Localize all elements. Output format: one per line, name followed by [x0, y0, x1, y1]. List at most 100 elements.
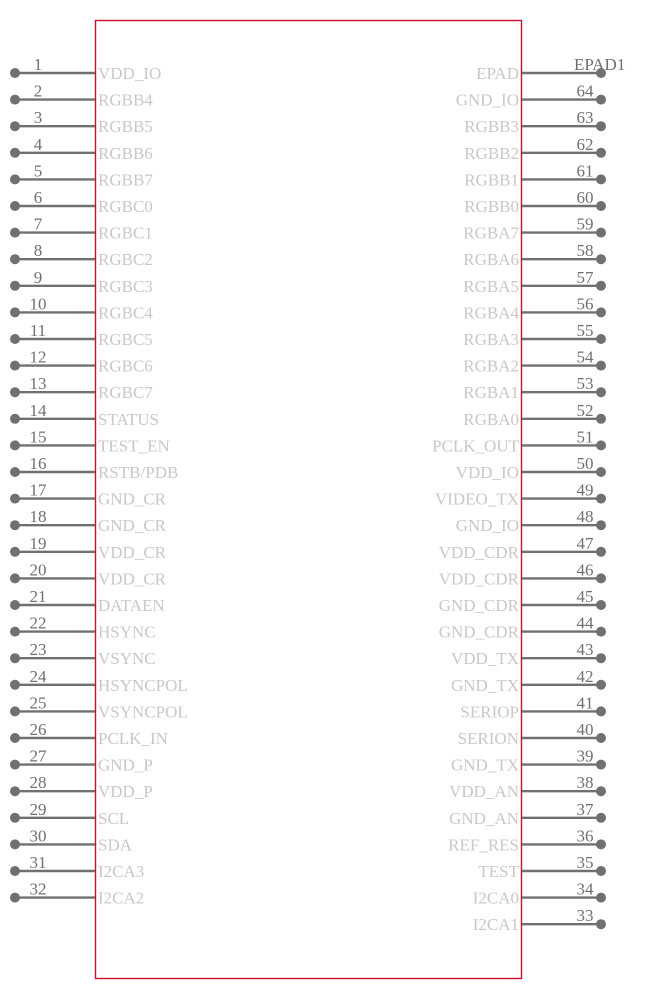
pin[interactable]: 4 RGBB6: [10, 135, 153, 163]
pin[interactable]: 54 RGBA2: [463, 348, 606, 376]
pin[interactable]: 52 RGBA0: [463, 401, 606, 429]
pin[interactable]: 19 VDD_CR: [10, 534, 167, 562]
pin[interactable]: 62 RGBB2: [464, 135, 606, 163]
pin-endpoint-dot[interactable]: [10, 227, 20, 238]
pin[interactable]: 11 RGBC5: [10, 321, 153, 349]
pin-endpoint-dot[interactable]: [596, 520, 606, 531]
pin-endpoint-dot[interactable]: [596, 653, 606, 664]
pin-endpoint-dot[interactable]: [596, 679, 606, 690]
pin[interactable]: 24 HSYNCPOL: [10, 667, 188, 695]
pin-endpoint-dot[interactable]: [596, 839, 606, 850]
pin-endpoint-dot[interactable]: [10, 812, 20, 823]
pin[interactable]: 14 STATUS: [10, 401, 159, 429]
pin[interactable]: 18 GND_CR: [10, 507, 167, 535]
pin[interactable]: 56 RGBA4: [463, 294, 606, 322]
pin[interactable]: 43 VDD_TX: [451, 640, 606, 668]
pin[interactable]: 39 GND_TX: [451, 747, 606, 775]
pin-endpoint-dot[interactable]: [10, 733, 20, 743]
pin-endpoint-dot[interactable]: [10, 440, 20, 451]
pin[interactable]: 63 RGBB3: [464, 108, 606, 136]
pin[interactable]: 33 I2CA1: [473, 906, 606, 934]
pin-endpoint-dot[interactable]: [10, 520, 20, 531]
pin[interactable]: 42 GND_TX: [451, 667, 606, 695]
pin-endpoint-dot[interactable]: [10, 546, 20, 557]
pin-endpoint-dot[interactable]: [10, 360, 20, 371]
pin[interactable]: 51 PCLK_OUT: [432, 427, 606, 455]
pin-endpoint-dot[interactable]: [596, 121, 606, 132]
pin-endpoint-dot[interactable]: [596, 94, 606, 105]
pin-endpoint-dot[interactable]: [596, 759, 606, 770]
pin[interactable]: 1 VDD_IO: [10, 55, 161, 83]
pin[interactable]: 20 VDD_CR: [10, 560, 167, 588]
pin-endpoint-dot[interactable]: [596, 360, 606, 371]
pin-endpoint-dot[interactable]: [10, 759, 20, 770]
pin[interactable]: 55 RGBA3: [463, 321, 606, 349]
pin-endpoint-dot[interactable]: [10, 839, 20, 850]
pin[interactable]: 49 VIDEO_TX: [435, 481, 606, 509]
pin-endpoint-dot[interactable]: [10, 280, 20, 291]
pin[interactable]: 30 SDA: [10, 826, 133, 854]
pin[interactable]: 28 VDD_P: [10, 773, 153, 801]
pin[interactable]: 31 I2CA3: [10, 853, 144, 881]
pin-endpoint-dot[interactable]: [596, 201, 606, 211]
pin-endpoint-dot[interactable]: [596, 227, 606, 238]
pin[interactable]: 36 REF_RES: [448, 826, 606, 854]
pin-endpoint-dot[interactable]: [10, 626, 20, 637]
pin[interactable]: 58 RGBA6: [463, 241, 606, 269]
pin[interactable]: 29 SCL: [10, 800, 129, 828]
pin-endpoint-dot[interactable]: [596, 307, 606, 318]
pin-endpoint-dot[interactable]: [10, 147, 20, 158]
pin[interactable]: 35 TEST: [478, 853, 606, 881]
pin[interactable]: 45 GND_CDR: [439, 587, 606, 615]
pin[interactable]: 17 GND_CR: [10, 481, 167, 509]
pin-endpoint-dot[interactable]: [596, 254, 606, 265]
pin-endpoint-dot[interactable]: [596, 733, 606, 743]
pin-endpoint-dot[interactable]: [596, 440, 606, 451]
pin[interactable]: EPAD1 EPAD: [476, 55, 625, 83]
pin[interactable]: 60 RGBB0: [464, 188, 606, 216]
pin-endpoint-dot[interactable]: [10, 413, 20, 424]
pin-endpoint-dot[interactable]: [10, 387, 20, 398]
pin[interactable]: 47 VDD_CDR: [439, 534, 606, 562]
pin-endpoint-dot[interactable]: [10, 679, 20, 690]
pin[interactable]: 7 RGBC1: [10, 215, 153, 243]
pin[interactable]: 26 PCLK_IN: [10, 720, 168, 748]
pin-endpoint-dot[interactable]: [596, 387, 606, 398]
pin-endpoint-dot[interactable]: [596, 786, 606, 797]
pin[interactable]: 22 HSYNC: [10, 614, 156, 642]
pin[interactable]: 5 RGBB7: [10, 161, 153, 189]
pin[interactable]: 32 I2CA2: [10, 880, 144, 908]
pin[interactable]: 3 RGBB5: [10, 108, 153, 136]
pin[interactable]: 2 RGBB4: [10, 82, 153, 110]
pin-endpoint-dot[interactable]: [10, 68, 20, 78]
pin[interactable]: 48 GND_IO: [456, 507, 606, 535]
pin[interactable]: 25 VSYNCPOL: [10, 693, 188, 721]
pin[interactable]: 64 GND_IO: [456, 82, 606, 110]
pin[interactable]: 13 RGBC7: [10, 374, 153, 402]
pin-endpoint-dot[interactable]: [596, 812, 606, 823]
pin[interactable]: 44 GND_CDR: [439, 614, 606, 642]
pin[interactable]: 50 VDD_IO: [456, 454, 606, 482]
pin-endpoint-dot[interactable]: [596, 600, 606, 610]
pin[interactable]: 40 SERION: [458, 720, 606, 748]
pin[interactable]: 15 TEST_EN: [10, 427, 170, 455]
pin-endpoint-dot[interactable]: [10, 706, 20, 717]
pin-endpoint-dot[interactable]: [10, 786, 20, 797]
pin-endpoint-dot[interactable]: [10, 174, 20, 185]
pin-endpoint-dot[interactable]: [10, 121, 20, 132]
pin-endpoint-dot[interactable]: [596, 626, 606, 637]
pin[interactable]: 37 GND_AN: [449, 800, 606, 828]
pin-endpoint-dot[interactable]: [10, 467, 20, 477]
pin-endpoint-dot[interactable]: [596, 573, 606, 584]
pin-endpoint-dot[interactable]: [596, 892, 606, 903]
pin-endpoint-dot[interactable]: [10, 94, 20, 105]
pin-endpoint-dot[interactable]: [10, 866, 20, 876]
pin[interactable]: 46 VDD_CDR: [439, 560, 606, 588]
pin-endpoint-dot[interactable]: [596, 493, 606, 504]
pin-endpoint-dot[interactable]: [596, 280, 606, 291]
pin-endpoint-dot[interactable]: [596, 866, 606, 876]
pin-endpoint-dot[interactable]: [10, 600, 20, 610]
pin[interactable]: 53 RGBA1: [463, 374, 606, 402]
pin-endpoint-dot[interactable]: [10, 892, 20, 903]
pin[interactable]: 21 DATAEN: [10, 587, 165, 615]
